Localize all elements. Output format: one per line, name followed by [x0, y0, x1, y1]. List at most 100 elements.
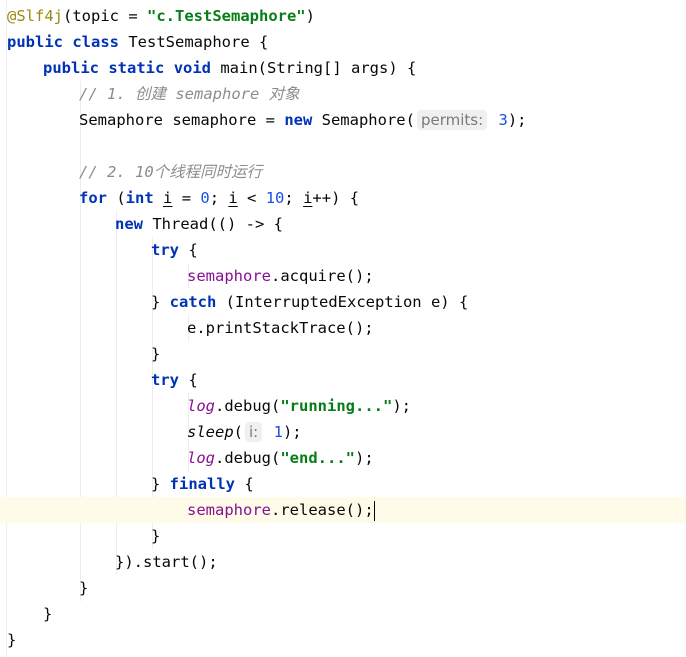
code-token: ( — [107, 189, 126, 207]
code-token: semaphore — [187, 267, 271, 285]
code-token: ); — [282, 423, 302, 441]
code-line[interactable]: }).start(); — [0, 549, 686, 575]
code-line[interactable]: semaphore.acquire(); — [0, 263, 686, 289]
code-line[interactable]: @Slf4j(topic = "c.TestSemaphore") — [0, 3, 686, 29]
code-token: Semaphore semaphore = — [79, 111, 285, 129]
code-token: } — [151, 345, 161, 363]
code-text: } — [151, 341, 160, 367]
code-text: log.debug("running..."); — [187, 393, 411, 419]
code-token: } — [43, 605, 53, 623]
code-token: catch — [169, 293, 217, 311]
code-token: ++) { — [312, 189, 360, 207]
code-text: e.printStackTrace(); — [187, 315, 374, 341]
code-text: Semaphore semaphore = new Semaphore(perm… — [79, 107, 527, 133]
code-token: ) — [305, 7, 315, 25]
code-line[interactable]: new Thread(() -> { — [0, 211, 686, 237]
code-text: } — [7, 627, 16, 653]
code-line[interactable] — [0, 133, 686, 159]
code-line[interactable]: Semaphore semaphore = new Semaphore(perm… — [0, 107, 686, 133]
code-token: public — [7, 33, 63, 51]
code-token: ); — [392, 397, 411, 415]
code-line[interactable]: } — [0, 601, 686, 627]
code-line[interactable]: e.printStackTrace(); — [0, 315, 686, 341]
code-token: main(String[] args) { — [211, 59, 417, 77]
code-token: 10 — [265, 189, 285, 207]
code-token: finally — [169, 475, 235, 493]
code-token: class — [72, 33, 120, 51]
code-token: < — [237, 189, 266, 207]
code-line[interactable]: public class TestSemaphore { — [0, 29, 686, 55]
code-token: ; — [209, 189, 229, 207]
code-token: try — [151, 371, 179, 389]
text-caret — [373, 500, 375, 521]
code-token: i — [303, 189, 313, 207]
code-line[interactable]: semaphore.release(); — [0, 497, 686, 523]
code-token: "end..." — [280, 449, 355, 467]
code-token: .debug( — [215, 449, 281, 467]
code-token: // 1. 创建 semaphore 对象 — [79, 85, 300, 103]
code-token: // 2. 10个线程同时运行 — [79, 163, 263, 181]
code-token: try — [151, 241, 179, 259]
code-line[interactable]: log.debug("end..."); — [0, 445, 686, 471]
code-line[interactable]: } — [0, 627, 686, 653]
code-text: // 2. 10个线程同时运行 — [79, 159, 262, 185]
code-line[interactable]: // 2. 10个线程同时运行 — [0, 159, 686, 185]
code-text: new Thread(() -> { — [115, 211, 283, 237]
code-token: { — [235, 475, 254, 493]
code-token: void — [173, 59, 212, 77]
code-line[interactable]: try { — [0, 237, 686, 263]
code-line[interactable]: } catch (InterruptedException e) { — [0, 289, 686, 315]
code-line[interactable]: } — [0, 575, 686, 601]
code-token: i — [163, 189, 173, 207]
code-token: } — [151, 527, 161, 545]
code-token: public — [43, 59, 99, 77]
code-token: TestSemaphore { — [119, 33, 269, 51]
code-token: 1 — [273, 423, 283, 441]
code-text: public static void main(String[] args) { — [43, 55, 416, 81]
code-token: "running..." — [280, 397, 393, 415]
code-token: (InterruptedException e) { — [216, 293, 469, 311]
code-line[interactable]: // 1. 创建 semaphore 对象 — [0, 81, 686, 107]
code-line[interactable]: } — [0, 341, 686, 367]
code-text: sleep(i: 1); — [187, 419, 302, 445]
code-token: ; — [284, 189, 304, 207]
code-token: } — [79, 579, 89, 597]
code-token: } — [151, 293, 170, 311]
code-line[interactable]: } — [0, 523, 686, 549]
code-token: static — [108, 59, 165, 77]
code-token: .debug( — [215, 397, 281, 415]
code-text: try { — [151, 237, 198, 263]
code-text: semaphore.acquire(); — [187, 263, 374, 289]
parameter-hint: permits: — [416, 110, 488, 130]
code-token: "c.TestSemaphore" — [147, 7, 306, 25]
code-token: { — [179, 241, 198, 259]
code-token: e.printStackTrace(); — [187, 319, 374, 337]
code-line[interactable]: try { — [0, 367, 686, 393]
code-line[interactable]: for (int i = 0; i < 10; i++) { — [0, 185, 686, 211]
code-token: new — [115, 215, 143, 233]
code-text: semaphore.release(); — [187, 497, 375, 523]
code-token: } — [7, 631, 17, 649]
code-text: } — [79, 575, 88, 601]
code-line[interactable]: } finally { — [0, 471, 686, 497]
code-line[interactable]: public static void main(String[] args) { — [0, 55, 686, 81]
parameter-hint: i: — [245, 422, 263, 442]
code-text: log.debug("end..."); — [187, 445, 374, 471]
code-token: 0 — [200, 189, 210, 207]
code-token: { — [179, 371, 198, 389]
code-line[interactable]: log.debug("running..."); — [0, 393, 686, 419]
code-text: for (int i = 0; i < 10; i++) { — [79, 185, 359, 211]
code-token: } — [151, 475, 170, 493]
code-line[interactable]: sleep(i: 1); — [0, 419, 686, 445]
code-token: log — [187, 449, 215, 467]
code-editor[interactable]: @Slf4j(topic = "c.TestSemaphore") public … — [0, 0, 686, 657]
code-token: ); — [507, 111, 527, 129]
code-token: sleep — [187, 423, 234, 441]
code-text: public class TestSemaphore { — [7, 29, 268, 55]
